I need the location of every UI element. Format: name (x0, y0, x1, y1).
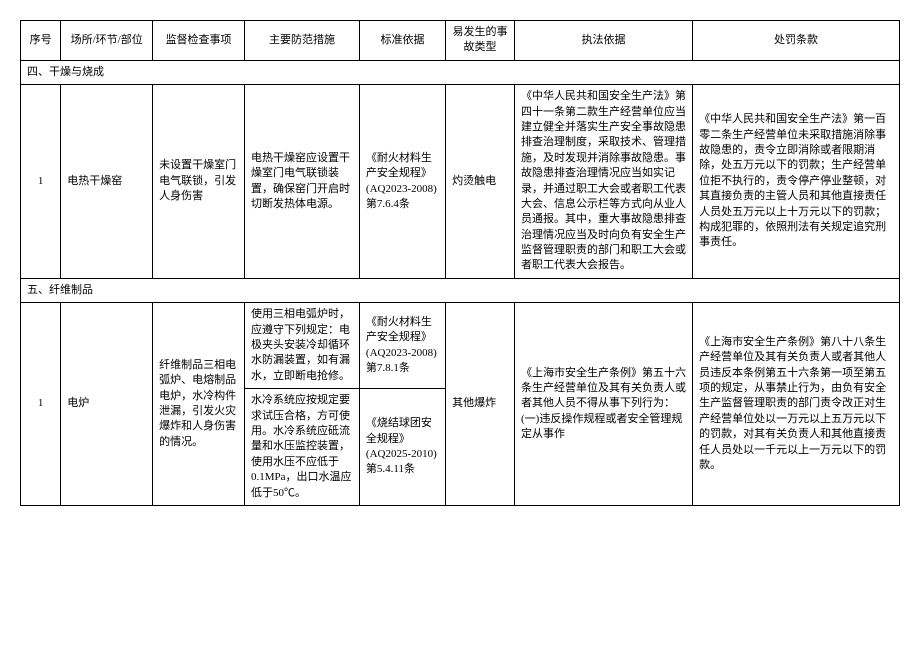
s5r1-measure-a: 使用三相电弧炉时，应遵守下列规定：电极夹头安装冷却循环水防漏装置，如有漏水，立即… (245, 303, 360, 389)
s4r1-place: 电热干燥窑 (61, 85, 153, 279)
section5-row-1a: 1 电炉 纤维制品三相电弧炉、电熔制品电炉，水冷构件泄漏，引发火灾爆炸和人身伤害… (21, 303, 900, 389)
header-penalty: 处罚条款 (693, 21, 900, 61)
header-seq: 序号 (21, 21, 61, 61)
s4r1-inspect: 未设置干燥室门电气联锁，引发人身伤害 (153, 85, 245, 279)
section4-row-1: 1 电热干燥窑 未设置干燥室门电气联锁，引发人身伤害 电热干燥窑应设置干燥室门电… (21, 85, 900, 279)
s4r1-enforce: 《中华人民共和国安全生产法》第四十一条第二款生产经营单位应当建立健全并落实生产安… (515, 85, 693, 279)
regulation-table: 序号 场所/环节/部位 监督检查事项 主要防范措施 标准依据 易发生的事故类型 … (20, 20, 900, 506)
s5r1-standard-a: 《耐火材料生产安全规程》(AQ2023-2008)第7.8.1条 (359, 303, 445, 389)
section5-title: 五、纤维制品 (21, 278, 900, 302)
s4r1-seq: 1 (21, 85, 61, 279)
section4-title: 四、干燥与烧成 (21, 60, 900, 84)
header-place: 场所/环节/部位 (61, 21, 153, 61)
s5r1-accident: 其他爆炸 (446, 303, 515, 506)
s4r1-penalty: 《中华人民共和国安全生产法》第一百零二条生产经营单位未采取措施消除事故隐患的，责… (693, 85, 900, 279)
s4r1-measure: 电热干燥窑应设置干燥室门电气联锁装置，确保窑门开启时切断发热体电源。 (245, 85, 360, 279)
s4r1-accident: 灼烫触电 (446, 85, 515, 279)
s5r1-penalty: 《上海市安全生产条例》第八十八条生产经营单位及其有关负责人或者其他人员违反本条例… (693, 303, 900, 506)
header-accident: 易发生的事故类型 (446, 21, 515, 61)
header-measure: 主要防范措施 (245, 21, 360, 61)
header-standard: 标准依据 (359, 21, 445, 61)
header-enforce: 执法依据 (515, 21, 693, 61)
s5r1-standard-b: 《烧结球团安全规程》(AQ2025-2010)第5.4.11条 (359, 389, 445, 506)
s5r1-place: 电炉 (61, 303, 153, 506)
header-row: 序号 场所/环节/部位 监督检查事项 主要防范措施 标准依据 易发生的事故类型 … (21, 21, 900, 61)
s5r1-enforce: 《上海市安全生产条例》第五十六条生产经营单位及其有关负责人或者其他人员不得从事下… (515, 303, 693, 506)
section5-header-row: 五、纤维制品 (21, 278, 900, 302)
header-inspect: 监督检查事项 (153, 21, 245, 61)
section4-header-row: 四、干燥与烧成 (21, 60, 900, 84)
s5r1-measure-b: 水冷系统应按规定要求试压合格，方可使用。水冷系统应砥流量和水压监控装置，使用水压… (245, 389, 360, 506)
s5r1-inspect: 纤维制品三相电弧炉、电熔制品电炉，水冷构件泄漏，引发火灾爆炸和人身伤害的情况。 (153, 303, 245, 506)
s4r1-standard: 《耐火材料生产安全规程》(AQ2023-2008)第7.6.4条 (359, 85, 445, 279)
s5r1-seq: 1 (21, 303, 61, 506)
